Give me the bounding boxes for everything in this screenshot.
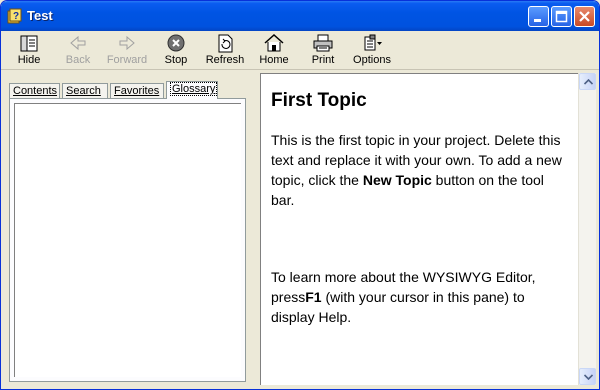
vertical-scrollbar[interactable]	[578, 73, 596, 385]
maximize-button[interactable]	[551, 6, 572, 27]
tab-contents-label: Contents	[13, 85, 58, 97]
forward-arrow-icon	[119, 35, 135, 51]
topic-paragraph-1: This is the first topic in your project.…	[271, 132, 562, 208]
tab-panel	[9, 98, 246, 382]
tab-search-label: Search	[66, 85, 101, 97]
refresh-button[interactable]: Refresh	[203, 33, 247, 66]
refresh-label: Refresh	[205, 54, 245, 66]
help-window: ? Test Hide Back Forward Stop Refresh Ho…	[0, 0, 600, 390]
home-label: Home	[259, 54, 289, 66]
pane-splitter[interactable]	[252, 73, 258, 385]
minimize-button[interactable]	[528, 6, 549, 27]
stop-label: Stop	[164, 54, 188, 66]
back-arrow-icon	[70, 35, 86, 51]
topic-title: First Topic	[271, 90, 367, 111]
print-button[interactable]: Print	[301, 33, 345, 66]
forward-label: Forward	[106, 54, 148, 66]
topic-paragraph-2: To learn more about the WYSIWYG Editor, …	[271, 269, 536, 325]
tab-search[interactable]: Search	[62, 83, 108, 98]
glossary-list[interactable]	[14, 103, 241, 377]
minimize-icon	[534, 19, 541, 22]
maximize-icon	[555, 10, 568, 23]
tab-glossary-label: Glossary	[170, 82, 218, 96]
tab-favorites-label: Favorites	[114, 85, 160, 97]
hide-label: Hide	[17, 54, 41, 66]
stop-icon	[167, 34, 185, 52]
close-icon	[579, 11, 590, 22]
help-book-icon: ?	[7, 8, 22, 24]
options-button[interactable]: Options	[350, 33, 394, 66]
hide-button[interactable]: Hide	[7, 33, 51, 66]
tab-glossary[interactable]: Glossary	[166, 81, 218, 99]
print-label: Print	[311, 54, 335, 66]
window-title: Test	[27, 8, 53, 23]
toolbar: Hide Back Forward Stop Refresh Home Prin…	[1, 31, 599, 70]
refresh-icon	[218, 34, 233, 53]
chevron-down-icon	[584, 374, 593, 380]
navigation-pane: Contents Search Favorites Glossary	[4, 73, 257, 385]
printer-icon	[313, 34, 333, 52]
scroll-down-button[interactable]	[579, 368, 596, 385]
tab-favorites[interactable]: Favorites	[110, 83, 164, 98]
close-button[interactable]	[574, 6, 595, 27]
scroll-up-button[interactable]	[579, 73, 596, 90]
chevron-up-icon	[584, 79, 593, 85]
tab-contents[interactable]: Contents	[9, 83, 60, 98]
topic-content-pane: First Topic This is the first topic in y…	[260, 73, 578, 385]
options-icon	[364, 34, 382, 51]
title-bar[interactable]: ? Test	[1, 1, 599, 31]
home-icon	[264, 33, 284, 52]
svg-text:?: ?	[13, 11, 19, 22]
hide-icon	[20, 35, 38, 52]
back-button[interactable]: Back	[56, 33, 100, 66]
home-button[interactable]: Home	[252, 33, 296, 66]
forward-button[interactable]: Forward	[105, 33, 149, 66]
back-label: Back	[65, 54, 91, 66]
stop-button[interactable]: Stop	[154, 33, 198, 66]
options-label: Options	[353, 54, 391, 66]
